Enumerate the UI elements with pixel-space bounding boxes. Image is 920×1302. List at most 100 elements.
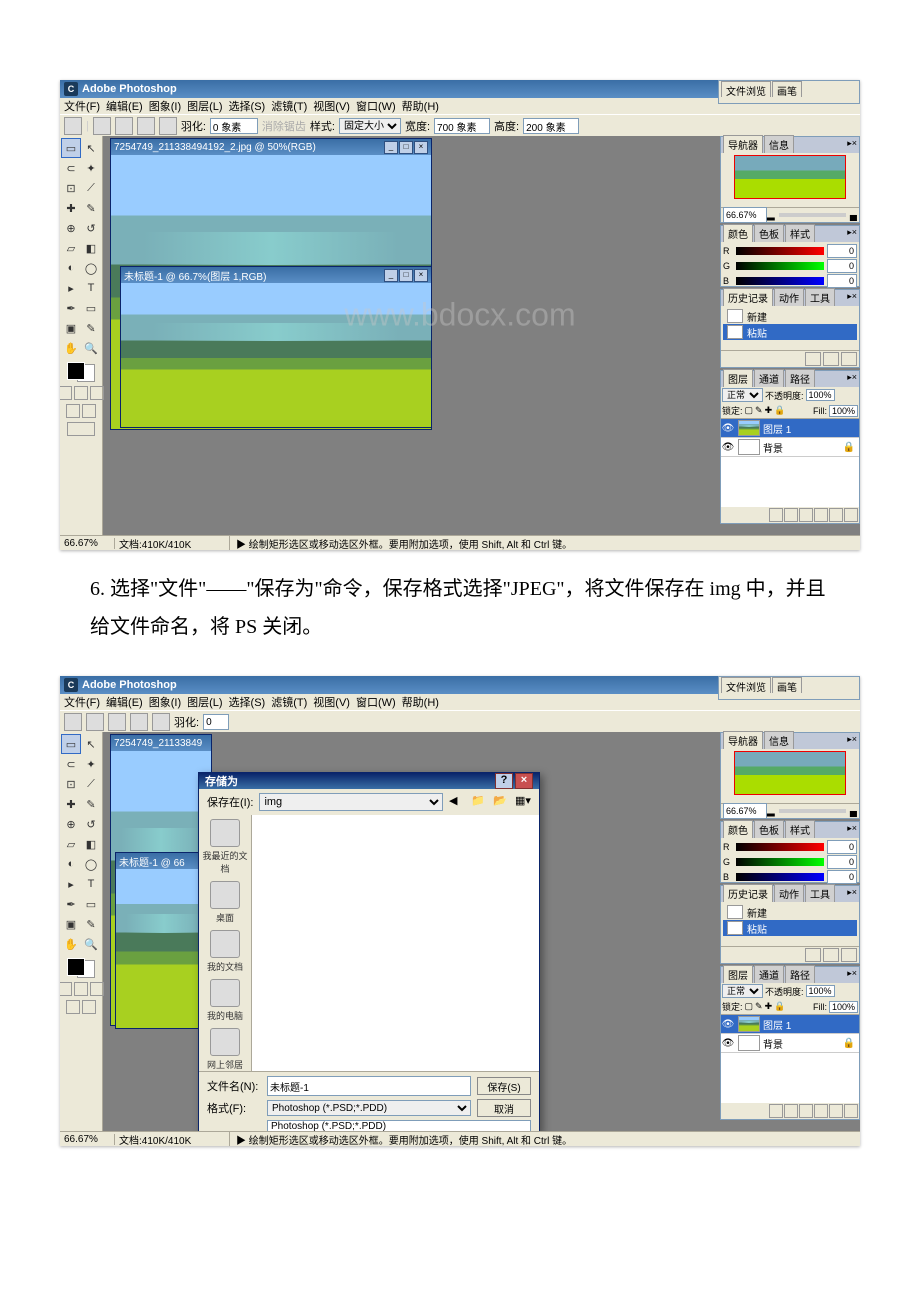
eraser-tool-icon[interactable]: ▱ bbox=[61, 834, 81, 854]
history-brush-icon[interactable]: ↺ bbox=[81, 218, 101, 238]
layer-row[interactable]: 👁背景🔒 bbox=[721, 438, 859, 457]
menu-view[interactable]: 视图(V) bbox=[313, 98, 350, 114]
history-brush-icon[interactable]: ↺ bbox=[81, 814, 101, 834]
r-input[interactable] bbox=[827, 840, 857, 854]
menu-help[interactable]: 帮助(H) bbox=[402, 694, 439, 710]
tab-history[interactable]: 历史记录 bbox=[723, 884, 773, 902]
fill-value[interactable]: 100% bbox=[829, 1001, 858, 1013]
tab-info[interactable]: 信息 bbox=[764, 731, 794, 749]
tab-layers[interactable]: 图层 bbox=[723, 369, 753, 387]
brush-tool-icon[interactable]: ✎ bbox=[81, 198, 101, 218]
new-doc-icon[interactable] bbox=[823, 352, 839, 366]
tab-tools[interactable]: 工具 bbox=[805, 288, 835, 306]
nav-zoom-input[interactable] bbox=[723, 803, 767, 819]
place-desktop[interactable]: 桌面 bbox=[202, 881, 248, 924]
lock-all-icon[interactable]: 🔒 bbox=[774, 405, 785, 416]
save-button[interactable]: 保存(S) bbox=[477, 1077, 531, 1095]
jump-to[interactable] bbox=[66, 422, 96, 436]
quick-mask[interactable] bbox=[65, 404, 97, 418]
tab-filebrowser[interactable]: 文件浏览 bbox=[721, 81, 771, 97]
filename-input[interactable] bbox=[267, 1076, 471, 1096]
tab-swatches[interactable]: 色板 bbox=[754, 224, 784, 242]
move-tool-icon[interactable]: ↖ bbox=[81, 734, 101, 754]
opacity-value[interactable]: 100% bbox=[806, 389, 835, 401]
marquee-tool-icon[interactable]: ▭ bbox=[61, 138, 81, 158]
menu-filter[interactable]: 滤镜(T) bbox=[271, 98, 307, 114]
nav-zoom-input[interactable] bbox=[723, 207, 767, 223]
feather-input[interactable] bbox=[210, 118, 258, 134]
palette-menu-icon[interactable]: ▸× bbox=[847, 227, 857, 238]
tab-styles[interactable]: 样式 bbox=[785, 224, 815, 242]
menu-image[interactable]: 图象(I) bbox=[149, 98, 181, 114]
g-input[interactable] bbox=[827, 855, 857, 869]
eyedropper-icon[interactable]: ✎ bbox=[81, 318, 101, 338]
new-layer-icon[interactable] bbox=[829, 508, 843, 522]
zoom-slider[interactable] bbox=[779, 213, 846, 217]
selmode-icon[interactable] bbox=[152, 713, 170, 731]
hand-tool-icon[interactable]: ✋ bbox=[61, 934, 81, 954]
hand-tool-icon[interactable]: ✋ bbox=[61, 338, 81, 358]
fx-icon[interactable] bbox=[769, 508, 783, 522]
marquee-icon[interactable] bbox=[64, 713, 82, 731]
path-tool-icon[interactable]: ▸ bbox=[61, 278, 81, 298]
doc2-canvas[interactable] bbox=[121, 283, 431, 427]
visibility-icon[interactable]: 👁 bbox=[721, 423, 735, 434]
shape-tool-icon[interactable]: ▭ bbox=[81, 298, 101, 318]
place-network[interactable]: 网上邻居 bbox=[202, 1028, 248, 1071]
crop-tool-icon[interactable]: ⊡ bbox=[61, 774, 81, 794]
selmode-icon[interactable] bbox=[137, 117, 155, 135]
blur-tool-icon[interactable]: ◐ bbox=[61, 258, 81, 278]
b-input[interactable] bbox=[827, 870, 857, 884]
tab-channels[interactable]: 通道 bbox=[754, 369, 784, 387]
lasso-tool-icon[interactable]: ⊂ bbox=[61, 754, 81, 774]
shape-tool-icon[interactable]: ▭ bbox=[81, 894, 101, 914]
crop-tool-icon[interactable]: ⊡ bbox=[61, 178, 81, 198]
menu-file[interactable]: 文件(F) bbox=[64, 694, 100, 710]
type-tool-icon[interactable]: T bbox=[81, 278, 101, 298]
notes-tool-icon[interactable]: ▣ bbox=[61, 318, 81, 338]
trash-icon[interactable] bbox=[844, 508, 858, 522]
close-icon[interactable]: × bbox=[414, 269, 428, 282]
pen-tool-icon[interactable]: ✒ bbox=[61, 298, 81, 318]
format-select[interactable]: Photoshop (*.PSD;*.PDD) bbox=[267, 1100, 471, 1116]
status-zoom[interactable]: 66.67% bbox=[64, 538, 115, 549]
eyedropper-icon[interactable]: ✎ bbox=[81, 914, 101, 934]
adj-icon[interactable] bbox=[814, 508, 828, 522]
tab-brushes[interactable]: 画笔 bbox=[772, 677, 802, 693]
history-state[interactable]: 新建 bbox=[723, 904, 857, 920]
heal-tool-icon[interactable]: ✚ bbox=[61, 198, 81, 218]
tab-color[interactable]: 颜色 bbox=[723, 820, 753, 838]
fill-value[interactable]: 100% bbox=[829, 405, 858, 417]
newfolder-icon[interactable]: 📂 bbox=[493, 794, 509, 810]
doc2-canvas[interactable] bbox=[116, 869, 211, 1028]
dodge-tool-icon[interactable]: ◯ bbox=[81, 854, 101, 874]
tab-actions[interactable]: 动作 bbox=[774, 884, 804, 902]
stamp-tool-icon[interactable]: ⊕ bbox=[61, 814, 81, 834]
menu-file[interactable]: 文件(F) bbox=[64, 98, 100, 114]
layer-row[interactable]: 👁图层 1 bbox=[721, 1015, 859, 1034]
slice-tool-icon[interactable]: ⟋ bbox=[81, 178, 101, 198]
menu-window[interactable]: 窗口(W) bbox=[356, 694, 396, 710]
tab-filebrowser[interactable]: 文件浏览 bbox=[721, 677, 771, 693]
zoom-in-icon[interactable]: ▄ bbox=[850, 210, 857, 221]
path-tool-icon[interactable]: ▸ bbox=[61, 874, 81, 894]
wand-tool-icon[interactable]: ✦ bbox=[81, 754, 101, 774]
selmode-icon[interactable] bbox=[86, 713, 104, 731]
blend-mode-select[interactable]: 正常 bbox=[722, 388, 763, 402]
tab-channels[interactable]: 通道 bbox=[754, 965, 784, 983]
selmode-icon[interactable] bbox=[108, 713, 126, 731]
palette-menu-icon[interactable]: ▸× bbox=[847, 291, 857, 302]
menu-edit[interactable]: 编辑(E) bbox=[106, 694, 143, 710]
eraser-tool-icon[interactable]: ▱ bbox=[61, 238, 81, 258]
layer-row[interactable]: 👁图层 1 bbox=[721, 419, 859, 438]
place-mycomputer[interactable]: 我的电脑 bbox=[202, 979, 248, 1022]
brush-tool-icon[interactable]: ✎ bbox=[81, 794, 101, 814]
height-input[interactable] bbox=[523, 118, 579, 134]
stamp-tool-icon[interactable]: ⊕ bbox=[61, 218, 81, 238]
palette-menu-icon[interactable]: ▸× bbox=[847, 138, 857, 149]
menu-image[interactable]: 图象(I) bbox=[149, 694, 181, 710]
tab-paths[interactable]: 路径 bbox=[785, 965, 815, 983]
blend-mode-select[interactable]: 正常 bbox=[722, 984, 763, 998]
dodge-tool-icon[interactable]: ◯ bbox=[81, 258, 101, 278]
visibility-icon[interactable]: 👁 bbox=[721, 442, 735, 453]
